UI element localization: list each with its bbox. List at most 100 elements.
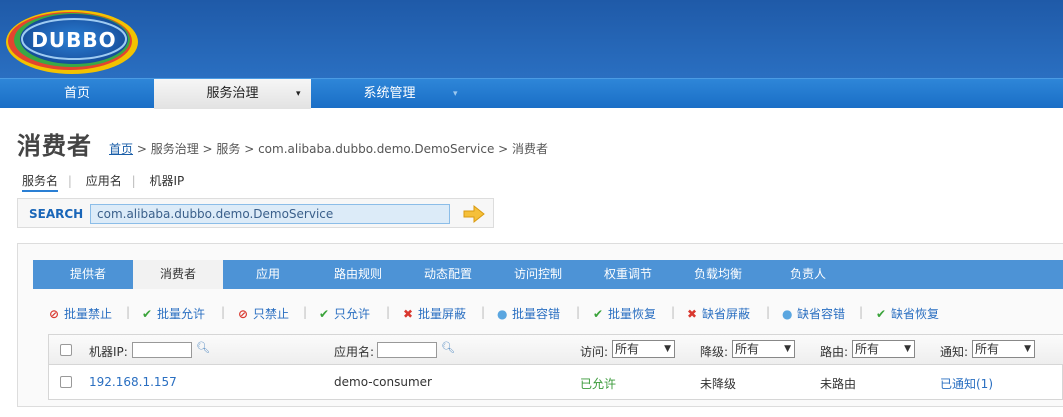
search-tab-service[interactable]: 服务名 [22,174,59,192]
check-icon: ✔ [876,307,887,321]
close-circle-icon: ✖ [403,307,414,321]
only-forbid-label: 只禁止 [253,307,290,321]
ip-filter-input[interactable] [132,342,192,358]
search-label: SEARCH [29,207,84,221]
nav-service-governance[interactable]: 服务治理 ▾ [154,79,311,109]
select-all-checkbox[interactable] [60,344,72,356]
degrade-filter-select[interactable]: 所有 ▼ [732,340,795,358]
search-tab-application[interactable]: 应用名 [86,174,122,188]
search-icon[interactable]: 🔍︎ [441,341,455,354]
row-degrade-status: 未降级 [700,377,737,391]
chevron-down-icon: ▼ [1024,344,1031,354]
main-nav: 首页 服务治理 ▾ 系统管理 ▾ [0,78,1063,109]
arrow-right-icon[interactable] [462,204,486,224]
chevron-down-icon: ▾ [296,89,301,99]
row-application: demo-consumer [334,375,432,389]
tab-access[interactable]: 访问控制 [493,260,583,289]
default-mock-button[interactable]: ✖ 缺省屏蔽 [687,305,750,322]
close-circle-icon: ✖ [687,307,698,321]
nav-service-governance-label: 服务治理 [206,86,259,101]
batch-forbid-button[interactable]: ⊘ 批量禁止 [49,305,112,322]
header-degrade: 降级: [700,345,729,359]
row-access-status[interactable]: 已允许 [580,375,616,392]
info-dot-icon: ● [782,307,793,321]
default-recover-label: 缺省恢复 [891,307,940,321]
tab-overrides[interactable]: 动态配置 [403,260,493,289]
chevron-down-icon: ▼ [904,344,911,354]
row-route-status: 未路由 [820,377,857,391]
tab-weights[interactable]: 权重调节 [583,260,673,289]
notify-filter-select[interactable]: 所有 ▼ [972,340,1035,358]
search-tab-separator: | [67,174,72,188]
table-header: 机器IP: 🔍︎ 应用名: 🔍︎ 访问: 所有 ▼ 降级: 所有 ▼ 路由: 所有 ▼… [49,335,1063,365]
batch-forbid-label: 批量禁止 [64,307,113,321]
batch-mock-label: 批量屏蔽 [418,307,467,321]
tab-owners[interactable]: 负责人 [763,260,853,289]
action-separator: | [671,305,676,319]
search-type-tabs: 服务名 | 应用名 | 机器IP [22,172,190,192]
action-separator: | [221,305,226,319]
nav-home[interactable]: 首页 [0,79,154,109]
tab-providers[interactable]: 提供者 [33,260,143,289]
row-notify-link[interactable]: 已通知(1) [940,375,993,392]
batch-allow-label: 批量允许 [157,307,206,321]
forbid-icon: ⊘ [238,307,249,321]
application-filter-input[interactable] [377,342,437,358]
action-toolbar: ⊘ 批量禁止 | ✔ 批量允许 | ⊘ 只禁止 | ✔ 只允许 | ✖ 批量屏蔽 | ● 批… [33,302,1063,324]
search-icon[interactable]: 🔍︎ [196,341,210,354]
batch-mock-button[interactable]: ✖ 批量屏蔽 [403,305,466,322]
batch-tolerate-button[interactable]: ● 批量容错 [497,305,560,322]
notify-filter-value: 所有 [975,342,1000,356]
default-tolerate-label: 缺省容错 [797,307,846,321]
logo-text: DUBBO [31,28,116,52]
tab-loadbalance[interactable]: 负载均衡 [673,260,763,289]
consumers-table: 机器IP: 🔍︎ 应用名: 🔍︎ 访问: 所有 ▼ 降级: 所有 ▼ 路由: 所有 ▼… [48,334,1063,400]
nav-home-label: 首页 [63,86,90,101]
nav-system-management[interactable]: 系统管理 ▾ [311,79,468,109]
default-tolerate-button[interactable]: ● 缺省容错 [782,305,845,322]
search-tab-separator: | [131,174,136,188]
header-notify: 通知: [940,345,969,359]
header-application: 应用名: [334,345,375,359]
action-separator: | [576,305,581,319]
action-separator: | [126,305,131,319]
dubbo-logo[interactable]: DUBBO [4,5,142,75]
search-tab-ip[interactable]: 机器IP [149,174,184,188]
top-header: DUBBO [0,0,1063,78]
chevron-down-icon: ▾ [453,89,458,99]
search-box: SEARCH [17,198,494,228]
breadcrumb: 首页 > 服务治理 > 服务 > com.alibaba.dubbo.demo.… [109,140,548,157]
degrade-filter-value: 所有 [735,342,760,356]
nav-system-management-label: 系统管理 [363,86,416,101]
search-input[interactable] [90,204,450,224]
default-recover-button[interactable]: ✔ 缺省恢复 [876,305,939,322]
info-dot-icon: ● [497,307,508,321]
only-allow-button[interactable]: ✔ 只允许 [319,305,370,322]
action-separator: | [766,305,771,319]
action-separator: | [386,305,391,319]
action-separator: | [481,305,486,319]
only-allow-label: 只允许 [334,307,371,321]
check-icon: ✔ [593,307,604,321]
tab-applications[interactable]: 应用 [223,260,313,289]
tab-consumers[interactable]: 消费者 [133,260,223,289]
only-forbid-button[interactable]: ⊘ 只禁止 [238,305,289,322]
default-mock-label: 缺省屏蔽 [702,307,751,321]
route-filter-value: 所有 [855,342,880,356]
chevron-down-icon: ▼ [664,344,671,354]
header-route: 路由: [820,345,849,359]
route-filter-select[interactable]: 所有 ▼ [852,340,915,358]
batch-allow-button[interactable]: ✔ 批量允许 [142,305,205,322]
page-title: 消费者 [17,132,92,160]
row-ip-link[interactable]: 192.168.1.157 [89,375,177,389]
row-checkbox[interactable] [60,376,72,388]
breadcrumb-home-link[interactable]: 首页 [109,142,133,156]
tab-routes[interactable]: 路由规则 [313,260,403,289]
batch-tolerate-label: 批量容错 [512,307,561,321]
check-icon: ✔ [142,307,153,321]
resource-tabs: 提供者 消费者 应用 路由规则 动态配置 访问控制 权重调节 负载均衡 负责人 [33,260,1063,289]
batch-recover-button[interactable]: ✔ 批量恢复 [593,305,656,322]
check-icon: ✔ [319,307,330,321]
access-filter-select[interactable]: 所有 ▼ [612,340,675,358]
header-access: 访问: [580,345,609,359]
